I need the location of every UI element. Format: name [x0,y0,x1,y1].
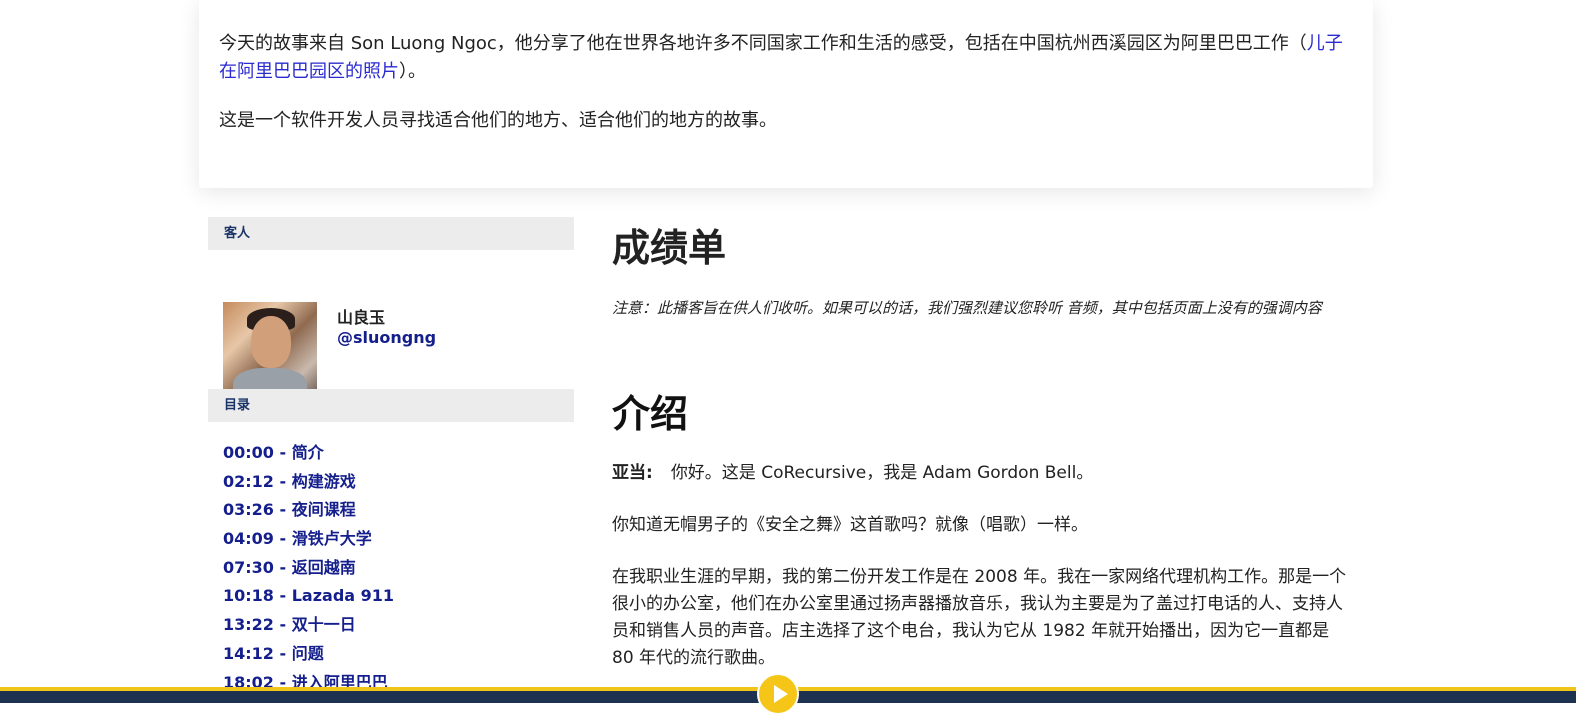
intro-text-end: ）。 [399,61,426,82]
guest-heading: 客人 [208,217,574,250]
toc-item[interactable]: 13:22 - 双十一日 [223,611,394,640]
intro-text-start: 今天的故事来自 Son Luong Ngoc，他分享了他在世界各地许多不同国家工… [219,33,1307,54]
toc-item[interactable]: 04:09 - 滑铁卢大学 [223,525,394,554]
intro-card: 今天的故事来自 Son Luong Ngoc，他分享了他在世界各地许多不同国家工… [199,0,1373,188]
avatar [223,302,317,396]
sidebar: 客人 山良玉 @sluongng 目录 00:00 - 简介 02:12 - 构… [208,217,574,692]
toc-item[interactable]: 03:26 - 夜间课程 [223,496,394,525]
section-title: 介绍 [612,392,689,436]
toc-item[interactable]: 00:00 - 简介 [223,439,394,468]
toc-item[interactable]: 07:30 - 返回越南 [223,554,394,583]
play-icon[interactable] [757,673,799,715]
guest-name: 山良玉 [337,308,386,327]
line-text: 你好。这是 CoRecursive，我是 Adam Gordon Bell。 [670,463,1094,483]
intro-paragraph: 今天的故事来自 Son Luong Ngoc，他分享了他在世界各地许多不同国家工… [219,30,1349,86]
transcript-line: 亚当: 你好。这是 CoRecursive，我是 Adam Gordon Bell… [612,460,1093,486]
intro-summary: 这是一个软件开发人员寻找适合他们的地方、适合他们的地方的故事。 [219,110,777,131]
table-of-contents: 00:00 - 简介 02:12 - 构建游戏 03:26 - 夜间课程 04:… [223,439,394,697]
guest-handle-link[interactable]: @sluongng [337,328,436,347]
toc-item[interactable]: 10:18 - Lazada 911 [223,582,394,611]
page-title: 成绩单 [612,226,727,270]
transcript-line: 在我职业生涯的早期，我的第二份开发工作是在 2008 年。我在一家网络代理机构工… [612,567,1347,668]
toc-item[interactable]: 02:12 - 构建游戏 [223,468,394,497]
toc-heading: 目录 [208,389,574,422]
guest-card: 山良玉 @sluongng [208,250,574,396]
speaker-label: 亚当: [612,463,653,483]
listening-note: 注意：此播客旨在供人们收听。如果可以的话，我们强烈建议您聆听 音频，其中包括页面… [612,299,1322,317]
toc-item[interactable]: 14:12 - 问题 [223,640,394,669]
transcript-line: 你知道无帽男子的《安全之舞》这首歌吗？就像（唱歌）一样。 [612,515,1088,535]
